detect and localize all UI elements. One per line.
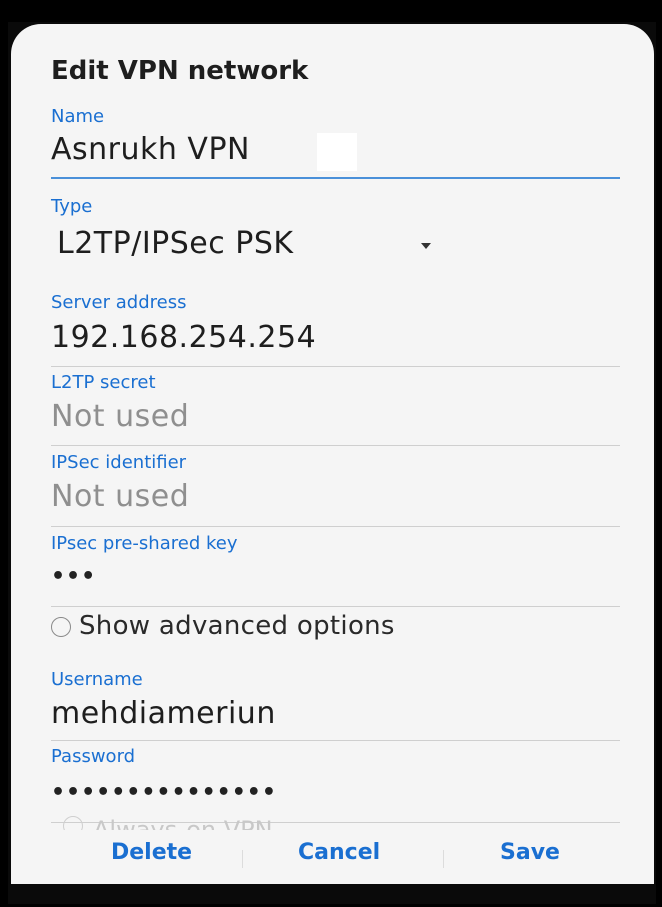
username-underline <box>51 740 620 741</box>
l2tp-secret-underline <box>51 445 620 446</box>
username-label: Username <box>51 669 143 690</box>
password-field[interactable]: ••••••••••••••• <box>51 780 277 805</box>
always-on-label[interactable]: Always-on VPN <box>93 816 273 830</box>
edit-vpn-dialog: Edit VPN network Name Asnrukh VPN Type L… <box>11 24 654 884</box>
type-dropdown[interactable]: L2TP/IPSec PSK <box>57 226 294 261</box>
ipsec-psk-label: IPsec pre-shared key <box>51 533 238 554</box>
ipsec-identifier-label: IPSec identifier <box>51 452 187 473</box>
password-label: Password <box>51 746 136 767</box>
chevron-down-icon[interactable] <box>421 243 431 249</box>
dialog-title: Edit VPN network <box>51 56 309 86</box>
cancel-button[interactable]: Cancel <box>298 840 380 865</box>
save-button[interactable]: Save <box>500 840 560 865</box>
ipsec-psk-field[interactable]: ••• <box>51 564 96 589</box>
username-field[interactable]: mehdiameriun <box>51 696 276 731</box>
name-field-underline <box>51 177 620 179</box>
ipsec-identifier-underline <box>51 526 620 527</box>
name-text-highlight <box>317 133 357 171</box>
name-field[interactable]: Asnrukh VPN <box>51 132 250 167</box>
ipsec-identifier-field[interactable]: Not used <box>51 479 189 514</box>
button-divider <box>242 850 243 868</box>
server-address-field[interactable]: 192.168.254.254 <box>51 320 316 355</box>
l2tp-secret-field[interactable]: Not used <box>51 399 189 434</box>
dialog-button-bar: Delete Cancel Save <box>11 834 654 884</box>
type-label: Type <box>51 196 93 217</box>
delete-button[interactable]: Delete <box>111 840 192 865</box>
server-address-underline <box>51 366 620 367</box>
ipsec-psk-underline <box>51 606 620 607</box>
always-on-checkbox[interactable] <box>63 816 83 830</box>
show-advanced-label[interactable]: Show advanced options <box>79 611 395 641</box>
always-on-row-clipped: Always-on VPN <box>51 812 651 830</box>
name-label: Name <box>51 106 105 127</box>
l2tp-secret-label: L2TP secret <box>51 372 156 393</box>
server-address-label: Server address <box>51 292 187 313</box>
button-divider <box>443 850 444 868</box>
show-advanced-checkbox[interactable] <box>51 617 71 637</box>
